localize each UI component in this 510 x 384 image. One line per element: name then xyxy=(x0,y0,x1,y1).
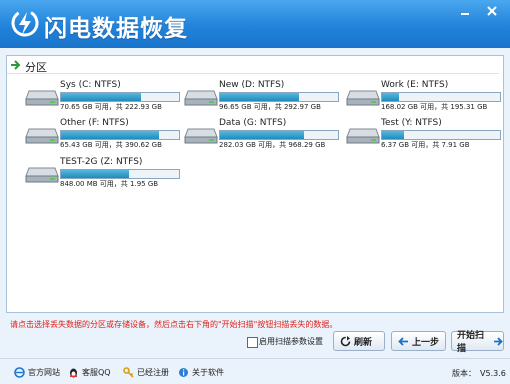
version-label: 版本： xyxy=(452,369,476,378)
drive-usage-bar xyxy=(60,130,180,140)
section-title: 分区 xyxy=(25,61,47,74)
drive-usage-fill xyxy=(220,131,304,139)
drive-usage-bar xyxy=(381,92,501,102)
version-display: 版本： V5.3.6 xyxy=(452,368,506,379)
arrow-right-icon xyxy=(11,60,21,70)
drive-usage-fill xyxy=(382,93,399,101)
close-icon xyxy=(487,6,497,16)
support-label: 客服QQ xyxy=(82,368,111,377)
drive-usage-fill xyxy=(61,93,142,101)
drive-capacity: 70.65 GB 可用，共 222.93 GB xyxy=(60,103,162,111)
drive-name: Sys (C: NTFS) xyxy=(60,80,121,90)
hard-drive-icon xyxy=(346,90,380,106)
drive-usage-fill xyxy=(220,93,300,101)
info-icon xyxy=(179,368,188,377)
about-link[interactable]: 关于软件 xyxy=(178,367,224,378)
drive-usage-fill xyxy=(382,131,405,139)
arrow-left-icon xyxy=(398,336,408,346)
lightning-logo-icon xyxy=(11,9,39,37)
drive-capacity: 65.43 GB 可用，共 390.62 GB xyxy=(60,141,162,149)
start-scan-label: 开始扫描 xyxy=(457,331,485,354)
hard-drive-icon xyxy=(25,90,59,106)
drive-name: Work (E: NTFS) xyxy=(381,80,449,90)
drive-usage-bar xyxy=(219,130,339,140)
start-scan-button[interactable]: 开始扫描 xyxy=(451,331,504,354)
hard-drive-icon xyxy=(346,128,380,144)
registered-link[interactable]: 已经注册 xyxy=(123,367,169,378)
drive-tile[interactable]: New (D: NTFS) 96.65 GB 可用，共 292.97 GB xyxy=(184,80,344,111)
drive-tile[interactable]: Sys (C: NTFS) 70.65 GB 可用，共 222.93 GB xyxy=(25,80,185,111)
title-bar: 闪电数据恢复 xyxy=(0,0,510,48)
hard-drive-icon xyxy=(184,128,218,144)
drive-tile[interactable]: Other (F: NTFS) 65.43 GB 可用，共 390.62 GB xyxy=(25,118,185,149)
registered-label: 已经注册 xyxy=(137,368,169,377)
drive-tile[interactable]: TEST-2G (Z: NTFS) 848.00 MB 可用，共 1.95 GB xyxy=(25,157,185,188)
drive-usage-bar xyxy=(219,92,339,102)
drive-tile[interactable]: Data (G: NTFS) 282.03 GB 可用，共 968.29 GB xyxy=(184,118,344,149)
scan-settings-checkbox[interactable] xyxy=(247,337,258,348)
drive-tile[interactable]: Test (Y: NTFS) 6.37 GB 可用，共 7.91 GB xyxy=(346,118,506,149)
drive-capacity: 6.37 GB 可用，共 7.91 GB xyxy=(381,141,470,149)
support-qq-link[interactable]: 客服QQ xyxy=(68,367,111,378)
minimize-icon xyxy=(461,13,469,15)
minimize-button[interactable] xyxy=(457,4,473,18)
drive-name: Test (Y: NTFS) xyxy=(381,118,442,128)
app-title: 闪电数据恢复 xyxy=(44,16,188,42)
website-link[interactable]: 官方网站 xyxy=(14,367,60,378)
back-button[interactable]: 上一步 xyxy=(391,331,446,351)
refresh-label: 刷新 xyxy=(354,337,373,348)
close-button[interactable] xyxy=(484,4,500,18)
scan-settings-label[interactable]: 启用扫描参数设置 xyxy=(259,336,323,347)
drive-name: TEST-2G (Z: NTFS) xyxy=(60,157,143,167)
drive-usage-bar xyxy=(60,169,180,179)
drive-name: Data (G: NTFS) xyxy=(219,118,287,128)
partition-panel: 分区 Sys (C: NTFS) 70.65 GB 可用，共 222.93 GB N… xyxy=(6,55,504,313)
drive-usage-fill xyxy=(61,170,130,178)
drive-capacity: 168.02 GB 可用，共 195.31 GB xyxy=(381,103,488,111)
drive-tile[interactable]: Work (E: NTFS) 168.02 GB 可用，共 195.31 GB xyxy=(346,80,506,111)
website-label: 官方网站 xyxy=(28,368,60,377)
ie-globe-icon xyxy=(14,367,25,378)
refresh-button[interactable]: 刷新 xyxy=(333,331,385,351)
back-label: 上一步 xyxy=(412,337,440,348)
drive-usage-bar xyxy=(60,92,180,102)
hint-text: 请点击选择丢失数据的分区或存储设备，然后点击右下角的"开始扫描"按钮扫描丢失的数… xyxy=(10,320,338,329)
hard-drive-icon xyxy=(25,128,59,144)
refresh-icon xyxy=(340,335,351,346)
arrow-right-icon xyxy=(494,336,503,346)
status-bar: 官方网站 客服QQ 已经注册 关于软件 版本： V5.3.6 xyxy=(0,358,510,384)
about-label: 关于软件 xyxy=(192,368,224,377)
drive-capacity: 282.03 GB 可用，共 968.29 GB xyxy=(219,141,326,149)
hard-drive-icon xyxy=(25,167,59,183)
section-header: 分区 xyxy=(7,58,499,74)
drive-capacity: 848.00 MB 可用，共 1.95 GB xyxy=(60,180,159,188)
drive-usage-bar xyxy=(381,130,501,140)
qq-penguin-icon xyxy=(70,368,77,378)
version-value: V5.3.6 xyxy=(480,369,506,378)
drive-capacity: 96.65 GB 可用，共 292.97 GB xyxy=(219,103,321,111)
key-icon xyxy=(123,367,134,378)
drive-name: New (D: NTFS) xyxy=(219,80,285,90)
drive-name: Other (F: NTFS) xyxy=(60,118,129,128)
drive-usage-fill xyxy=(61,131,159,139)
hard-drive-icon xyxy=(184,90,218,106)
